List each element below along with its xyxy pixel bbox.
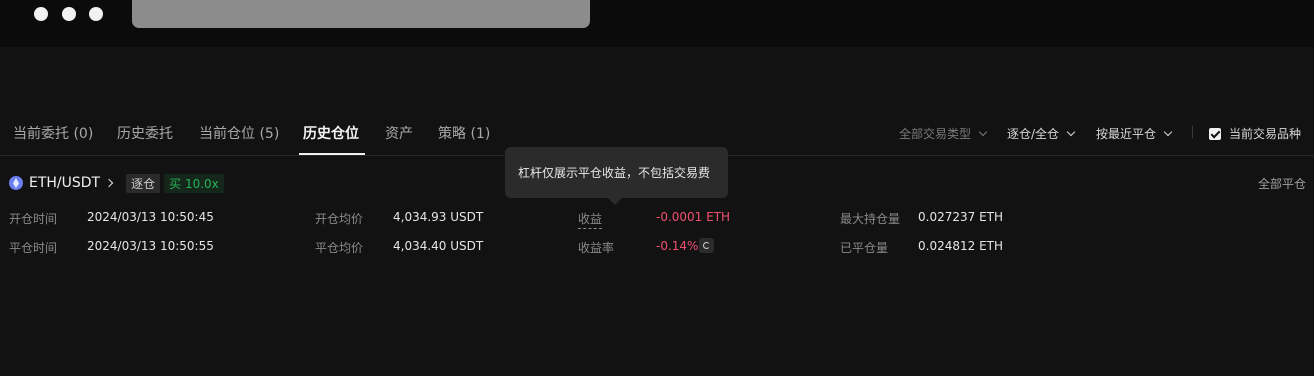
tab-open-positions[interactable]: 当前仓位 (5): [199, 123, 279, 143]
pnl-tooltip: 杠杆仅展示平仓收益，不包括交易费: [505, 147, 728, 205]
closed-qty-label: 已平仓量: [840, 241, 889, 255]
margin-mode-badge: 逐仓: [126, 173, 161, 193]
ethereum-icon: [9, 176, 23, 190]
trade-type-filter-label: 全部交易类型: [899, 127, 972, 141]
address-bar[interactable]: [132, 0, 590, 28]
close-price-value: 4,034.40 USDT: [393, 239, 484, 253]
sort-filter-label: 按最近平仓: [1096, 127, 1157, 141]
sort-filter[interactable]: 按最近平仓: [1096, 125, 1173, 142]
close-all-button[interactable]: 全部平仓: [1258, 175, 1306, 192]
open-price-value: 4,034.93 USDT: [393, 210, 484, 224]
chevron-down-icon: [1066, 127, 1076, 136]
open-time-label: 开仓时间: [9, 212, 58, 226]
current-pair-toggle[interactable]: 当前交易品种: [1209, 125, 1301, 142]
tab-assets[interactable]: 资产: [385, 123, 413, 143]
margin-mode-filter[interactable]: 逐仓/全仓: [1007, 125, 1076, 142]
tab-position-history[interactable]: 历史仓位: [303, 123, 359, 143]
filter-divider: [1192, 126, 1193, 138]
margin-mode-filter-label: 逐仓/全仓: [1007, 127, 1060, 141]
closed-qty-value: 0.024812 ETH: [918, 239, 1004, 253]
max-position-label: 最大持仓量: [840, 212, 901, 226]
close-time-label: 平仓时间: [9, 241, 58, 255]
current-pair-toggle-label: 当前交易品种: [1229, 127, 1302, 141]
chevron-down-icon: [1163, 127, 1173, 136]
window-minimize-dot[interactable]: [62, 7, 76, 21]
chevron-right-icon: [104, 178, 114, 187]
tab-open-orders[interactable]: 当前委托 (0): [13, 123, 93, 143]
max-position-value: 0.027237 ETH: [918, 210, 1004, 224]
close-time-value: 2024/03/13 10:50:55: [87, 239, 214, 253]
active-tab-indicator: [299, 153, 365, 155]
share-icon[interactable]: [699, 238, 714, 253]
close-price-label: 平仓均价: [315, 241, 364, 255]
chevron-down-icon: [978, 127, 988, 136]
open-price-label: 开仓均价: [315, 212, 364, 226]
window-zoom-dot[interactable]: [89, 7, 103, 21]
pnl-value: -0.0001 ETH: [656, 210, 731, 224]
side-leverage-badge: 买 10.0x: [164, 173, 224, 193]
pnl-label[interactable]: 收益: [578, 210, 603, 229]
roi-value: -0.14%: [656, 239, 699, 253]
trade-type-filter[interactable]: 全部交易类型: [899, 125, 988, 142]
window-titlebar: [0, 0, 1314, 47]
window-close-dot[interactable]: [34, 7, 48, 21]
tab-strategies[interactable]: 策略 (1): [438, 123, 490, 143]
roi-label: 收益率: [578, 241, 615, 255]
tab-order-history[interactable]: 历史委托: [117, 123, 173, 143]
pair-link[interactable]: ETH/USDT: [29, 175, 100, 191]
open-time-value: 2024/03/13 10:50:45: [87, 210, 214, 224]
checkbox-checked-icon[interactable]: [1209, 127, 1221, 140]
pnl-tooltip-text: 杠杆仅展示平仓收益，不包括交易费: [518, 166, 711, 180]
position-header: ETH/USDT 逐仓 买 10.0x: [9, 173, 224, 193]
